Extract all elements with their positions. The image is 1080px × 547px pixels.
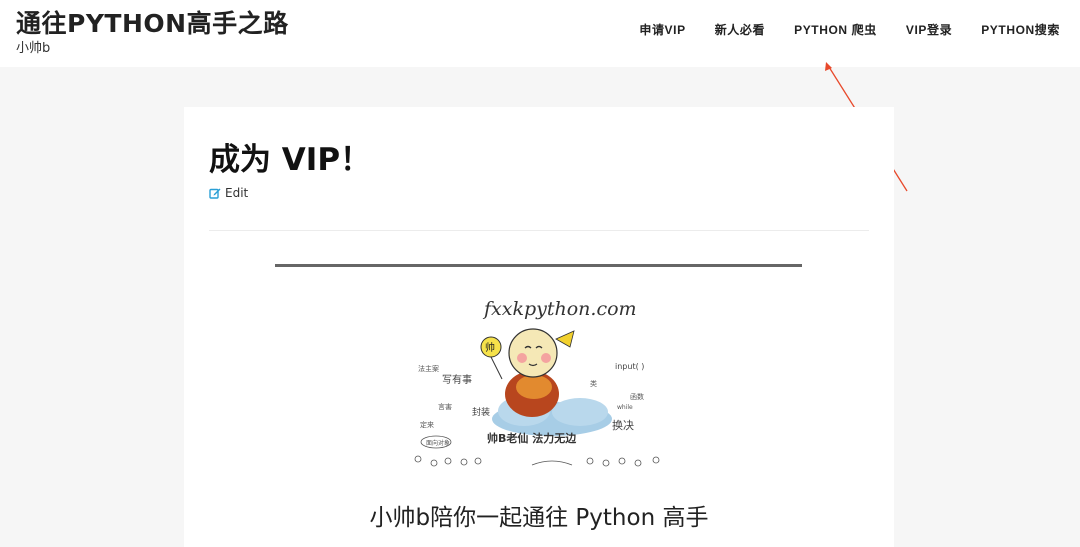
edit-icon <box>209 187 221 199</box>
site-title[interactable]: 通往PYTHON高手之路 <box>16 4 289 40</box>
svg-text:类: 类 <box>590 379 597 388</box>
svg-text:帅B老仙 法力无边: 帅B老仙 法力无边 <box>487 431 577 445</box>
edit-link[interactable]: Edit <box>209 186 248 200</box>
svg-text:换决: 换决 <box>612 418 634 432</box>
logo-text: fxxkpython.com <box>484 298 637 320</box>
svg-text:封装: 封装 <box>472 406 490 418</box>
edit-label: Edit <box>225 186 249 200</box>
nav-item-newcomer[interactable]: 新人必看 <box>715 21 765 38</box>
site-header: 通往PYTHON高手之路 小帅b 申请VIP 新人必看 PYTHON 爬虫 VI… <box>0 0 1080 67</box>
site-tagline: 小帅b <box>16 41 51 56</box>
svg-text:函数: 函数 <box>630 392 644 401</box>
svg-text:帅: 帅 <box>485 341 495 354</box>
page-title: 成为 VIP！ <box>209 142 372 178</box>
nav-item-vip-login[interactable]: VIP登录 <box>906 21 952 38</box>
nav-item-apply-vip[interactable]: 申请VIP <box>639 21 685 38</box>
nav-item-python-crawler[interactable]: PYTHON 爬虫 <box>794 21 877 38</box>
content-rule <box>275 264 802 267</box>
svg-text:言害: 言害 <box>438 402 452 411</box>
content-card: 成为 VIP！ Edit 帅 法主案 写有事 言害 封装 定来 面向对象 inp… <box>184 107 894 547</box>
svg-text:while: while <box>617 404 633 411</box>
svg-text:定来: 定来 <box>420 420 434 429</box>
main-nav: 申请VIP 新人必看 PYTHON 爬虫 VIP登录 PYTHON搜索 <box>639 21 1060 38</box>
svg-text:input( ): input( ) <box>615 362 644 371</box>
svg-text:面向对象: 面向对象 <box>426 439 450 447</box>
svg-text:写有事: 写有事 <box>442 373 472 386</box>
nav-item-python-search[interactable]: PYTHON搜索 <box>981 21 1060 38</box>
title-divider <box>209 230 869 231</box>
image-caption: 小帅b陪你一起通往 Python 高手 <box>369 505 709 531</box>
svg-text:法主案: 法主案 <box>418 364 439 373</box>
